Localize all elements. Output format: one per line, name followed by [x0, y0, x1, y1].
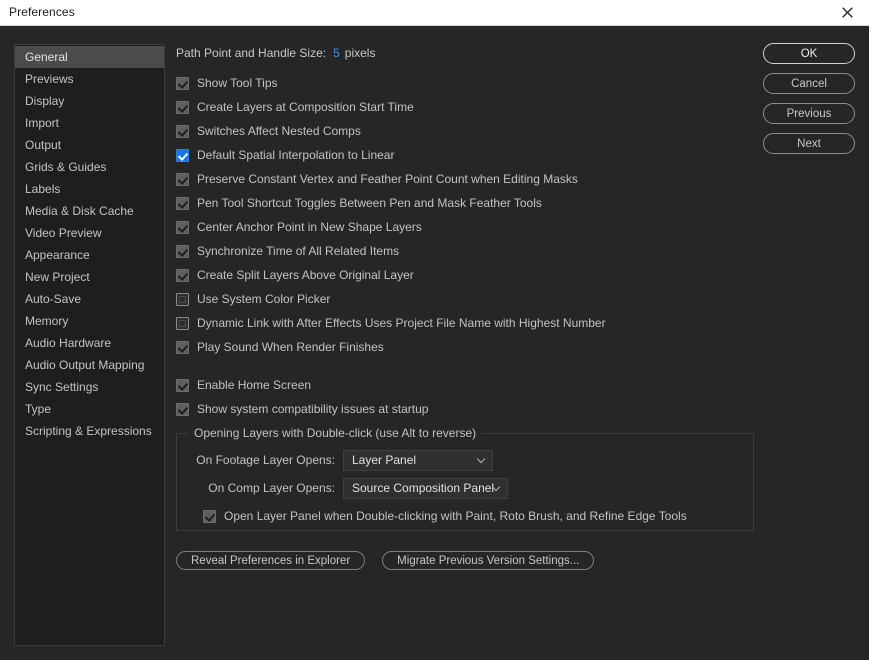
on-comp-layer-opens-row: On Comp Layer Opens: Source Composition … — [189, 476, 741, 500]
preferences-dialog: Preferences GeneralPreviewsDisplayImport… — [0, 0, 869, 660]
checkbox-label-create-layers-at-composition-start-time: Create Layers at Composition Start Time — [197, 100, 414, 114]
sidebar-item-previews[interactable]: Previews — [15, 68, 164, 90]
checkbox-label-play-sound-when-render-finishes: Play Sound When Render Finishes — [197, 340, 384, 354]
sidebar-item-video-preview[interactable]: Video Preview — [15, 222, 164, 244]
checkbox-show-tool-tips[interactable] — [176, 77, 189, 90]
migrate-settings-button[interactable]: Migrate Previous Version Settings... — [382, 551, 594, 570]
checkbox-label-preserve-constant-vertex-and-feather-point-count: Preserve Constant Vertex and Feather Poi… — [197, 172, 578, 186]
on-comp-layer-opens-value: Source Composition Panel — [352, 481, 494, 495]
on-comp-layer-opens-select[interactable]: Source Composition Panel — [343, 478, 508, 499]
checkbox-play-sound-when-render-finishes[interactable] — [176, 341, 189, 354]
sidebar-item-type[interactable]: Type — [15, 398, 164, 420]
preferences-general-pane: Path Point and Handle Size: 5 pixels Sho… — [176, 44, 756, 570]
checkbox-create-split-layers-above-original-layer[interactable] — [176, 269, 189, 282]
sidebar-item-audio-output-mapping[interactable]: Audio Output Mapping — [15, 354, 164, 376]
close-icon — [842, 7, 853, 18]
general-options-group: Show Tool Tips Create Layers at Compositi… — [176, 71, 756, 359]
checkbox-label-pen-tool-shortcut-toggles-between-pen-and-mask-f: Pen Tool Shortcut Toggles Between Pen an… — [197, 196, 542, 210]
checkbox-row-play-sound-when-render-finishes[interactable]: Play Sound When Render Finishes — [176, 335, 756, 359]
sidebar-item-labels[interactable]: Labels — [15, 178, 164, 200]
sidebar-item-memory[interactable]: Memory — [15, 310, 164, 332]
checkbox-row-switches-affect-nested-comps[interactable]: Switches Affect Nested Comps — [176, 119, 756, 143]
open-layer-panel-checkbox[interactable] — [203, 510, 216, 523]
checkbox-row-dynamic-link-with-after-effects-uses-project-fil[interactable]: Dynamic Link with After Effects Uses Pro… — [176, 311, 756, 335]
chevron-down-icon — [478, 458, 485, 462]
cancel-button[interactable]: Cancel — [763, 73, 855, 94]
title-bar: Preferences — [0, 0, 869, 26]
checkbox-synchronize-time-of-all-related-items[interactable] — [176, 245, 189, 258]
open-layer-panel-row[interactable]: Open Layer Panel when Double-clicking wi… — [203, 504, 741, 528]
path-point-handle-size-row: Path Point and Handle Size: 5 pixels — [176, 44, 756, 62]
path-point-handle-size-unit: pixels — [345, 46, 376, 60]
checkbox-row-preserve-constant-vertex-and-feather-point-count[interactable]: Preserve Constant Vertex and Feather Poi… — [176, 167, 756, 191]
previous-button[interactable]: Previous — [763, 103, 855, 124]
sidebar-item-scripting-expressions[interactable]: Scripting & Expressions — [15, 420, 164, 442]
checkbox-row-create-layers-at-composition-start-time[interactable]: Create Layers at Composition Start Time — [176, 95, 756, 119]
checkbox-create-layers-at-composition-start-time[interactable] — [176, 101, 189, 114]
preferences-pill-buttons: Reveal Preferences in Explorer Migrate P… — [176, 551, 756, 570]
path-point-handle-size-label: Path Point and Handle Size: — [176, 46, 326, 60]
startup-options-group: Enable Home Screen Show system compatibil… — [176, 373, 756, 421]
opening-layers-group-title: Opening Layers with Double-click (use Al… — [188, 426, 482, 440]
path-point-handle-size-value[interactable]: 5 — [333, 46, 340, 61]
sidebar-item-grids-guides[interactable]: Grids & Guides — [15, 156, 164, 178]
checkbox-row-use-system-color-picker[interactable]: Use System Color Picker — [176, 287, 756, 311]
ok-button[interactable]: OK — [763, 43, 855, 64]
opening-layers-group: Opening Layers with Double-click (use Al… — [176, 433, 754, 531]
sidebar-item-media-disk-cache[interactable]: Media & Disk Cache — [15, 200, 164, 222]
checkbox-label-use-system-color-picker: Use System Color Picker — [197, 292, 330, 306]
on-footage-layer-opens-select[interactable]: Layer Panel — [343, 450, 493, 471]
checkbox-row-synchronize-time-of-all-related-items[interactable]: Synchronize Time of All Related Items — [176, 239, 756, 263]
sidebar-item-appearance[interactable]: Appearance — [15, 244, 164, 266]
checkbox-row-show-system-compatibility-issues-at-startup[interactable]: Show system compatibility issues at star… — [176, 397, 756, 421]
checkbox-preserve-constant-vertex-and-feather-point-count[interactable] — [176, 173, 189, 186]
checkbox-dynamic-link-with-after-effects-uses-project-fil[interactable] — [176, 317, 189, 330]
checkbox-row-enable-home-screen[interactable]: Enable Home Screen — [176, 373, 756, 397]
checkbox-row-center-anchor-point-in-new-shape-layers[interactable]: Center Anchor Point in New Shape Layers — [176, 215, 756, 239]
checkbox-row-pen-tool-shortcut-toggles-between-pen-and-mask-f[interactable]: Pen Tool Shortcut Toggles Between Pen an… — [176, 191, 756, 215]
section-spacer — [176, 359, 756, 373]
sidebar-item-general[interactable]: General — [15, 46, 164, 68]
chevron-down-icon — [493, 486, 500, 490]
preferences-category-list[interactable]: GeneralPreviewsDisplayImportOutputGrids … — [14, 44, 165, 646]
on-footage-layer-opens-label: On Footage Layer Opens: — [189, 453, 335, 467]
checkbox-label-enable-home-screen: Enable Home Screen — [197, 378, 311, 392]
window-title: Preferences — [9, 5, 75, 19]
checkbox-label-default-spatial-interpolation-to-linear: Default Spatial Interpolation to Linear — [197, 148, 394, 162]
sidebar-item-output[interactable]: Output — [15, 134, 164, 156]
close-button[interactable] — [825, 0, 869, 25]
checkbox-show-system-compatibility-issues-at-startup[interactable] — [176, 403, 189, 416]
on-footage-layer-opens-row: On Footage Layer Opens: Layer Panel — [189, 448, 741, 472]
checkbox-row-create-split-layers-above-original-layer[interactable]: Create Split Layers Above Original Layer — [176, 263, 756, 287]
checkbox-label-create-split-layers-above-original-layer: Create Split Layers Above Original Layer — [197, 268, 414, 282]
on-footage-layer-opens-value: Layer Panel — [352, 453, 416, 467]
checkbox-label-show-tool-tips: Show Tool Tips — [197, 76, 278, 90]
sidebar-item-audio-hardware[interactable]: Audio Hardware — [15, 332, 164, 354]
checkbox-pen-tool-shortcut-toggles-between-pen-and-mask-f[interactable] — [176, 197, 189, 210]
checkbox-enable-home-screen[interactable] — [176, 379, 189, 392]
sidebar-item-sync-settings[interactable]: Sync Settings — [15, 376, 164, 398]
checkbox-row-default-spatial-interpolation-to-linear[interactable]: Default Spatial Interpolation to Linear — [176, 143, 756, 167]
checkbox-row-show-tool-tips[interactable]: Show Tool Tips — [176, 71, 756, 95]
checkbox-label-center-anchor-point-in-new-shape-layers: Center Anchor Point in New Shape Layers — [197, 220, 422, 234]
checkbox-switches-affect-nested-comps[interactable] — [176, 125, 189, 138]
dialog-body: GeneralPreviewsDisplayImportOutputGrids … — [0, 26, 869, 660]
checkbox-center-anchor-point-in-new-shape-layers[interactable] — [176, 221, 189, 234]
checkbox-label-dynamic-link-with-after-effects-uses-project-fil: Dynamic Link with After Effects Uses Pro… — [197, 316, 606, 330]
open-layer-panel-label: Open Layer Panel when Double-clicking wi… — [224, 509, 687, 523]
checkbox-default-spatial-interpolation-to-linear[interactable] — [176, 149, 189, 162]
checkbox-label-synchronize-time-of-all-related-items: Synchronize Time of All Related Items — [197, 244, 399, 258]
next-button[interactable]: Next — [763, 133, 855, 154]
sidebar-item-auto-save[interactable]: Auto-Save — [15, 288, 164, 310]
checkbox-label-show-system-compatibility-issues-at-startup: Show system compatibility issues at star… — [197, 402, 428, 416]
sidebar-item-import[interactable]: Import — [15, 112, 164, 134]
dialog-action-buttons: OK Cancel Previous Next — [763, 43, 855, 154]
sidebar-item-new-project[interactable]: New Project — [15, 266, 164, 288]
reveal-preferences-button[interactable]: Reveal Preferences in Explorer — [176, 551, 365, 570]
checkbox-label-switches-affect-nested-comps: Switches Affect Nested Comps — [197, 124, 361, 138]
sidebar-item-display[interactable]: Display — [15, 90, 164, 112]
on-comp-layer-opens-label: On Comp Layer Opens: — [189, 481, 335, 495]
checkbox-use-system-color-picker[interactable] — [176, 293, 189, 306]
